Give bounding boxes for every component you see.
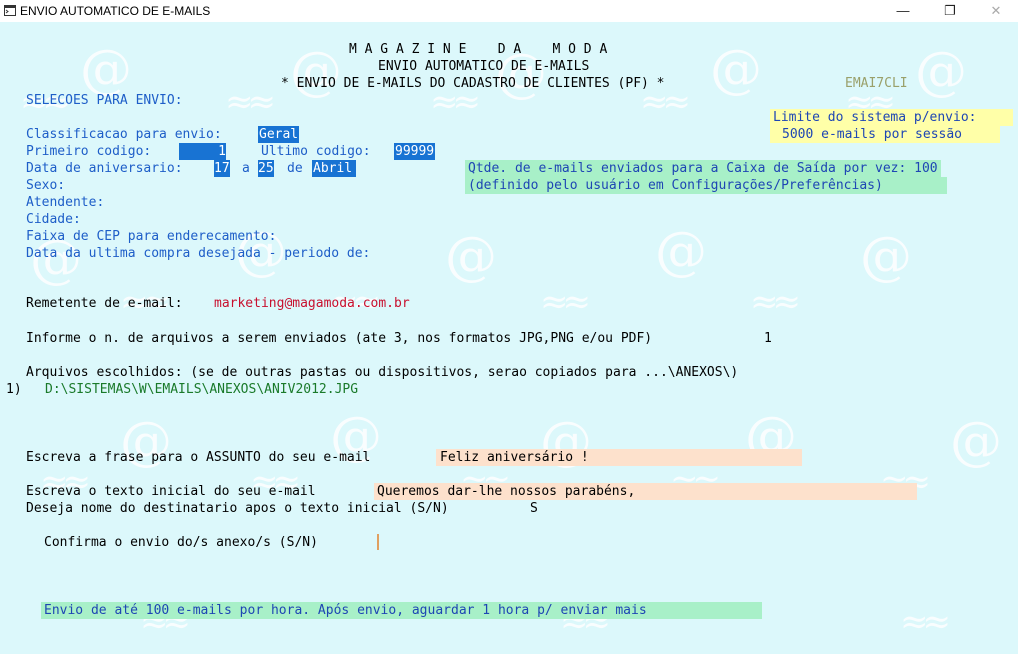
remetente-value[interactable]: marketing@magamoda.com.br [214,295,410,312]
console-area: @ @ @ @ @ @ @ @ @ @ @ @ @ @ @ ≈≈ ≈≈ ≈≈ ≈… [0,22,1018,654]
data-aniversario-sep-a: a [242,161,250,176]
qtde-line2: (definido pelo usuário em Configurações/… [465,177,947,194]
program-code: EMAI7CLI [845,76,908,91]
minimize-icon[interactable]: — [880,0,926,22]
wave-watermark-icon: ≈≈ [750,282,801,322]
arquivos-count-value[interactable]: 1 [764,330,772,347]
texto-inicial-label: Escreva o texto inicial do seu e-mail [26,484,316,499]
at-watermark-icon: @ [860,227,912,287]
remetente-label: Remetente de e-mail: [26,296,183,311]
at-watermark-icon: @ [915,42,967,102]
window-titlebar: ENVIO AUTOMATICO DE E-MAILS — ❐ ✕ [0,0,1018,22]
limite-line2: 5000 e-mails por sessão [770,126,1000,143]
wave-watermark-icon: ≈≈ [900,602,951,642]
ultima-compra-label: Data da ultima compra desejada - periodo… [26,246,371,261]
arquivo-item-num: 1) [6,382,22,397]
maximize-icon[interactable]: ❐ [927,0,973,22]
text-cursor [377,534,379,550]
ultimo-codigo-value[interactable]: 99999 [394,143,436,160]
window-title: ENVIO AUTOMATICO DE E-MAILS [20,4,211,18]
classificacao-label: Classificacao para envio: [26,127,222,142]
nome-destinatario-label: Deseja nome do destinatario apos o texto… [26,501,449,516]
cep-label: Faixa de CEP para enderecamento: [26,229,277,244]
nome-destinatario-value[interactable]: S [530,500,538,517]
data-aniversario-label: Data de aniversario: [26,161,183,176]
header-title: ENVIO AUTOMATICO DE E-MAILS [378,59,590,74]
close-icon[interactable]: ✕ [973,0,1018,22]
data-aniversario-sep-de: de [287,161,303,176]
sexo-label: Sexo: [26,178,66,193]
primeiro-codigo-value[interactable]: 1 [179,143,226,160]
confirma-label: Confirma o envio do/s anexo/s (S/N) [44,535,318,550]
texto-inicial-input[interactable]: Queremos dar-lhe nossos parabéns, [374,483,917,500]
at-watermark-icon: @ [80,40,132,100]
selecoes-title: SELECOES PARA ENVIO: [26,93,183,108]
data-aniversario-from[interactable]: 17 [214,160,230,177]
cidade-label: Cidade: [26,212,81,227]
header-subtitle: * ENVIO DE E-MAILS DO CADASTRO DE CLIENT… [281,76,665,91]
classificacao-value[interactable]: Geral [258,126,300,143]
terminal-icon [4,5,16,16]
wave-watermark-icon: ≈≈ [225,82,276,122]
data-aniversario-to[interactable]: 25 [258,160,274,177]
at-watermark-icon: @ [710,40,762,100]
assunto-input[interactable]: Feliz aniversário ! [436,449,802,466]
ultimo-codigo-label: Ultimo codigo: [261,144,371,159]
at-watermark-icon: @ [655,222,707,282]
primeiro-codigo-label: Primeiro codigo: [26,144,152,159]
arquivos-count-label: Informe o n. de arquivos a serem enviado… [26,331,653,346]
assunto-label: Escreva a frase para o ASSUNTO do seu e-… [26,450,371,465]
at-watermark-icon: @ [950,412,1002,472]
atendente-label: Atendente: [26,195,105,210]
wave-watermark-icon: ≈≈ [540,282,591,322]
at-watermark-icon: @ [290,42,342,102]
qtde-line1: Qtde. de e-mails enviados para a Caixa d… [465,160,941,177]
at-watermark-icon: @ [445,227,497,287]
footer-note: Envio de até 100 e-mails por hora. Após … [41,602,762,619]
data-aniversario-month[interactable]: Abril [312,160,357,177]
arquivo-item-path[interactable]: D:\SISTEMAS\W\EMAILS\ANEXOS\ANIV2012.JPG [45,381,358,398]
limite-line1: Limite do sistema p/envio: [770,109,1013,126]
header-company: M A G A Z I N E D A M O D A [349,42,608,57]
arquivos-escolhidos-label: Arquivos escolhidos: (se de outras pasta… [26,365,739,380]
